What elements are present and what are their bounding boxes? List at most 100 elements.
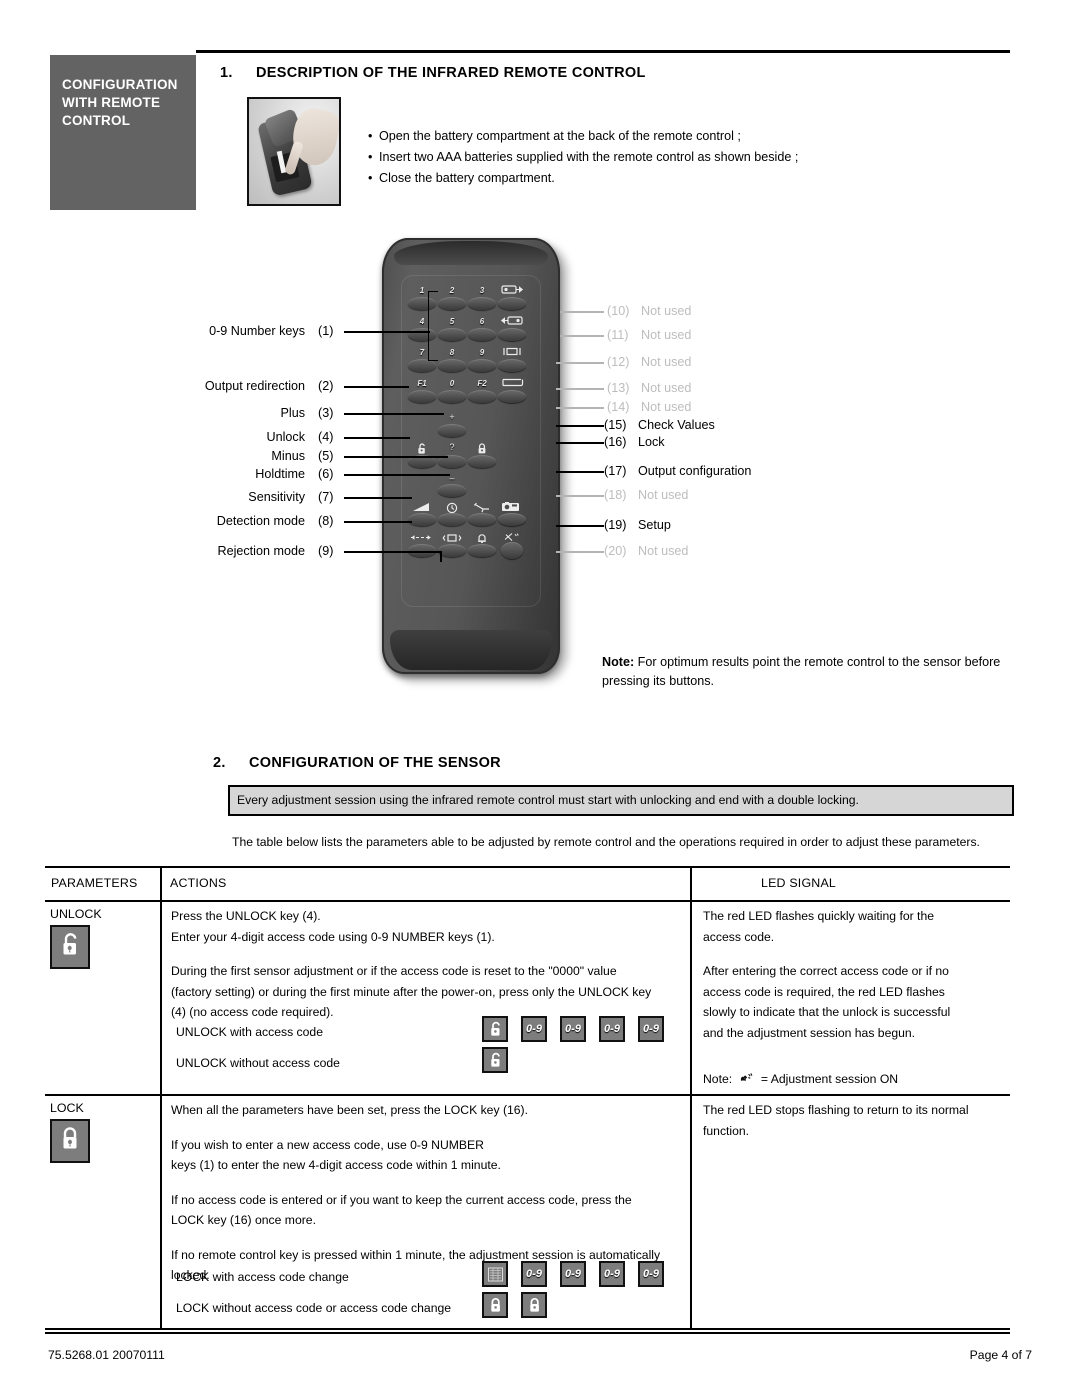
- key-label-8: 8: [449, 348, 455, 357]
- remote-key-12[interactable]: [498, 359, 526, 372]
- remote-label-16-text: Lock: [638, 435, 665, 449]
- leader-line-3: [344, 413, 444, 415]
- seq-key-0-9: 0-9: [521, 1261, 547, 1287]
- table-row-parameter-unlock: UNLOCK: [50, 907, 102, 921]
- leader-line-14: [556, 407, 604, 409]
- remote-key-10[interactable]: [498, 297, 526, 310]
- remote-key-sensitivity[interactable]: [408, 513, 436, 526]
- leader-line-2: [344, 386, 409, 388]
- output-configuration-icon: [468, 502, 496, 513]
- remote-label-6-text: Holdtime: [255, 467, 305, 481]
- table-top-border: [45, 866, 1010, 868]
- remote-label-11-number: (11): [607, 328, 629, 342]
- remote-key-setup[interactable]: [498, 513, 526, 526]
- seq-key-0-9: 0-9: [560, 1016, 586, 1042]
- key-label-2: 2: [449, 286, 455, 295]
- lock-without-code-change-label: LOCK without access code or access code …: [176, 1301, 452, 1315]
- remote-key-20[interactable]: [501, 542, 523, 559]
- remote-label-5-number: (5): [318, 449, 334, 463]
- remote-label-16-number: (16): [604, 435, 627, 449]
- seq-key-0-9: 0-9: [560, 1261, 586, 1287]
- sensitivity-icon: [408, 502, 436, 512]
- key-label-5: 5: [449, 317, 455, 326]
- remote-key-lock[interactable]: [468, 455, 496, 468]
- remote-label-1-number: (1): [318, 324, 334, 338]
- remote-key-f2[interactable]: [468, 390, 496, 403]
- remote-key-9[interactable]: [468, 359, 496, 372]
- lock-icon: [50, 1119, 90, 1163]
- detection-mode-icon: [408, 533, 436, 542]
- remote-label-9-number: (9): [318, 544, 334, 558]
- remote-label-2-text: Output redirection: [204, 379, 305, 393]
- remote-label-7-number: (7): [318, 490, 334, 504]
- remote-label-8-text: Detection mode: [216, 514, 305, 528]
- remote-key-11[interactable]: [498, 328, 526, 341]
- remote-label-1-text: 0-9 Number keys: [209, 324, 305, 338]
- leader-line-19: [556, 525, 604, 527]
- highlight-callout-text: Every adjustment session using the infra…: [237, 793, 859, 807]
- remote-key-5[interactable]: [438, 328, 466, 341]
- parameters-table: PARAMETERS ACTIONS LED SIGNAL UNLOCK Pre…: [45, 866, 1010, 1330]
- document-page: CONFIGURATION WITH REMOTE CONTROL 1. DESC…: [0, 0, 1080, 1397]
- bullet-icon: •: [368, 171, 373, 185]
- remote-label-15-number: (15): [604, 418, 627, 432]
- remote-key-minus[interactable]: [438, 484, 466, 497]
- unlock-with-code-label: UNLOCK with access code: [176, 1025, 323, 1039]
- remote-note: Note: For optimum results point the remo…: [602, 653, 1002, 691]
- seq-key-0-9: 0-9: [599, 1261, 625, 1287]
- key-label-f1: F1: [417, 379, 427, 388]
- seq-key-lock-icon: [521, 1292, 547, 1318]
- remote-label-15-text: Check Values: [638, 418, 715, 432]
- remote-label-3-text: Plus: [280, 406, 306, 420]
- remote-key-13[interactable]: [498, 390, 526, 403]
- remote-label-7-text: Sensitivity: [248, 490, 305, 504]
- remote-key-2[interactable]: [438, 297, 466, 310]
- remote-key-6[interactable]: [468, 328, 496, 341]
- seq-key-0-9: 0-9: [521, 1016, 547, 1042]
- section-2-title: CONFIGURATION OF THE SENSOR: [249, 755, 501, 771]
- remote-key-rejection-mode[interactable]: [438, 544, 466, 557]
- leader-line-7: [344, 497, 412, 499]
- remote-label-12-text: Not used: [641, 355, 692, 369]
- remote-label-8-number: (8): [318, 514, 334, 528]
- adjustment-session-on-icon: [740, 1071, 754, 1092]
- leader-line-9-riser: [440, 551, 442, 562]
- footer-page-number: Page 4 of 7: [969, 1348, 1032, 1362]
- seq-key-0-9: 0-9: [638, 1261, 664, 1287]
- remote-label-17-text: Output configuration: [638, 464, 752, 478]
- sidebar-title: CONFIGURATION WITH REMOTE CONTROL: [62, 76, 192, 130]
- remote-key-f1[interactable]: [408, 390, 436, 403]
- remote-key-8[interactable]: [438, 359, 466, 372]
- seq-key-setup-icon: [482, 1261, 508, 1287]
- seq-key-0-9: 0-9: [599, 1016, 625, 1042]
- sidebar-title-line-3: CONTROL: [62, 113, 131, 128]
- bullet-icon: •: [368, 150, 373, 164]
- remote-key-holdtime[interactable]: [438, 513, 466, 526]
- key-label-3: 3: [479, 286, 485, 295]
- remote-label-6-number: (6): [318, 467, 334, 481]
- remote-key-alarm[interactable]: [468, 544, 496, 557]
- remote-label-10-number: (10): [607, 304, 630, 318]
- table-header-border: [45, 900, 1010, 902]
- setup-camera-icon: [498, 501, 526, 512]
- leader-line-16: [556, 442, 604, 444]
- remote-key-plus[interactable]: [438, 424, 466, 437]
- leader-line-13: [556, 388, 604, 390]
- leader-line-20: [556, 551, 604, 553]
- lock-icon: [468, 443, 496, 455]
- battery-compartment-photo: [247, 97, 341, 206]
- number-keys-bracket: [428, 291, 438, 361]
- remote-key-0[interactable]: [438, 390, 466, 403]
- remote-label-20-number: (20): [604, 544, 627, 558]
- seq-key-lock-icon: [482, 1292, 508, 1318]
- window-wide-icon: [498, 378, 526, 387]
- remote-key-3[interactable]: [468, 297, 496, 310]
- remote-label-18-number: (18): [604, 488, 627, 502]
- led-note-suffix: = Adjustment session ON: [760, 1072, 899, 1086]
- unlock-icon: [408, 443, 436, 455]
- key-label-0: 0: [449, 379, 455, 388]
- remote-key-output-config[interactable]: [468, 513, 496, 526]
- sidebar-title-line-1: CONFIGURATION: [62, 77, 178, 92]
- footer-rule: [45, 1332, 1010, 1334]
- remote-control-illustration: 1 2 3 4 5 6 7 8 9 F1 0 F2 + ? –: [382, 238, 574, 686]
